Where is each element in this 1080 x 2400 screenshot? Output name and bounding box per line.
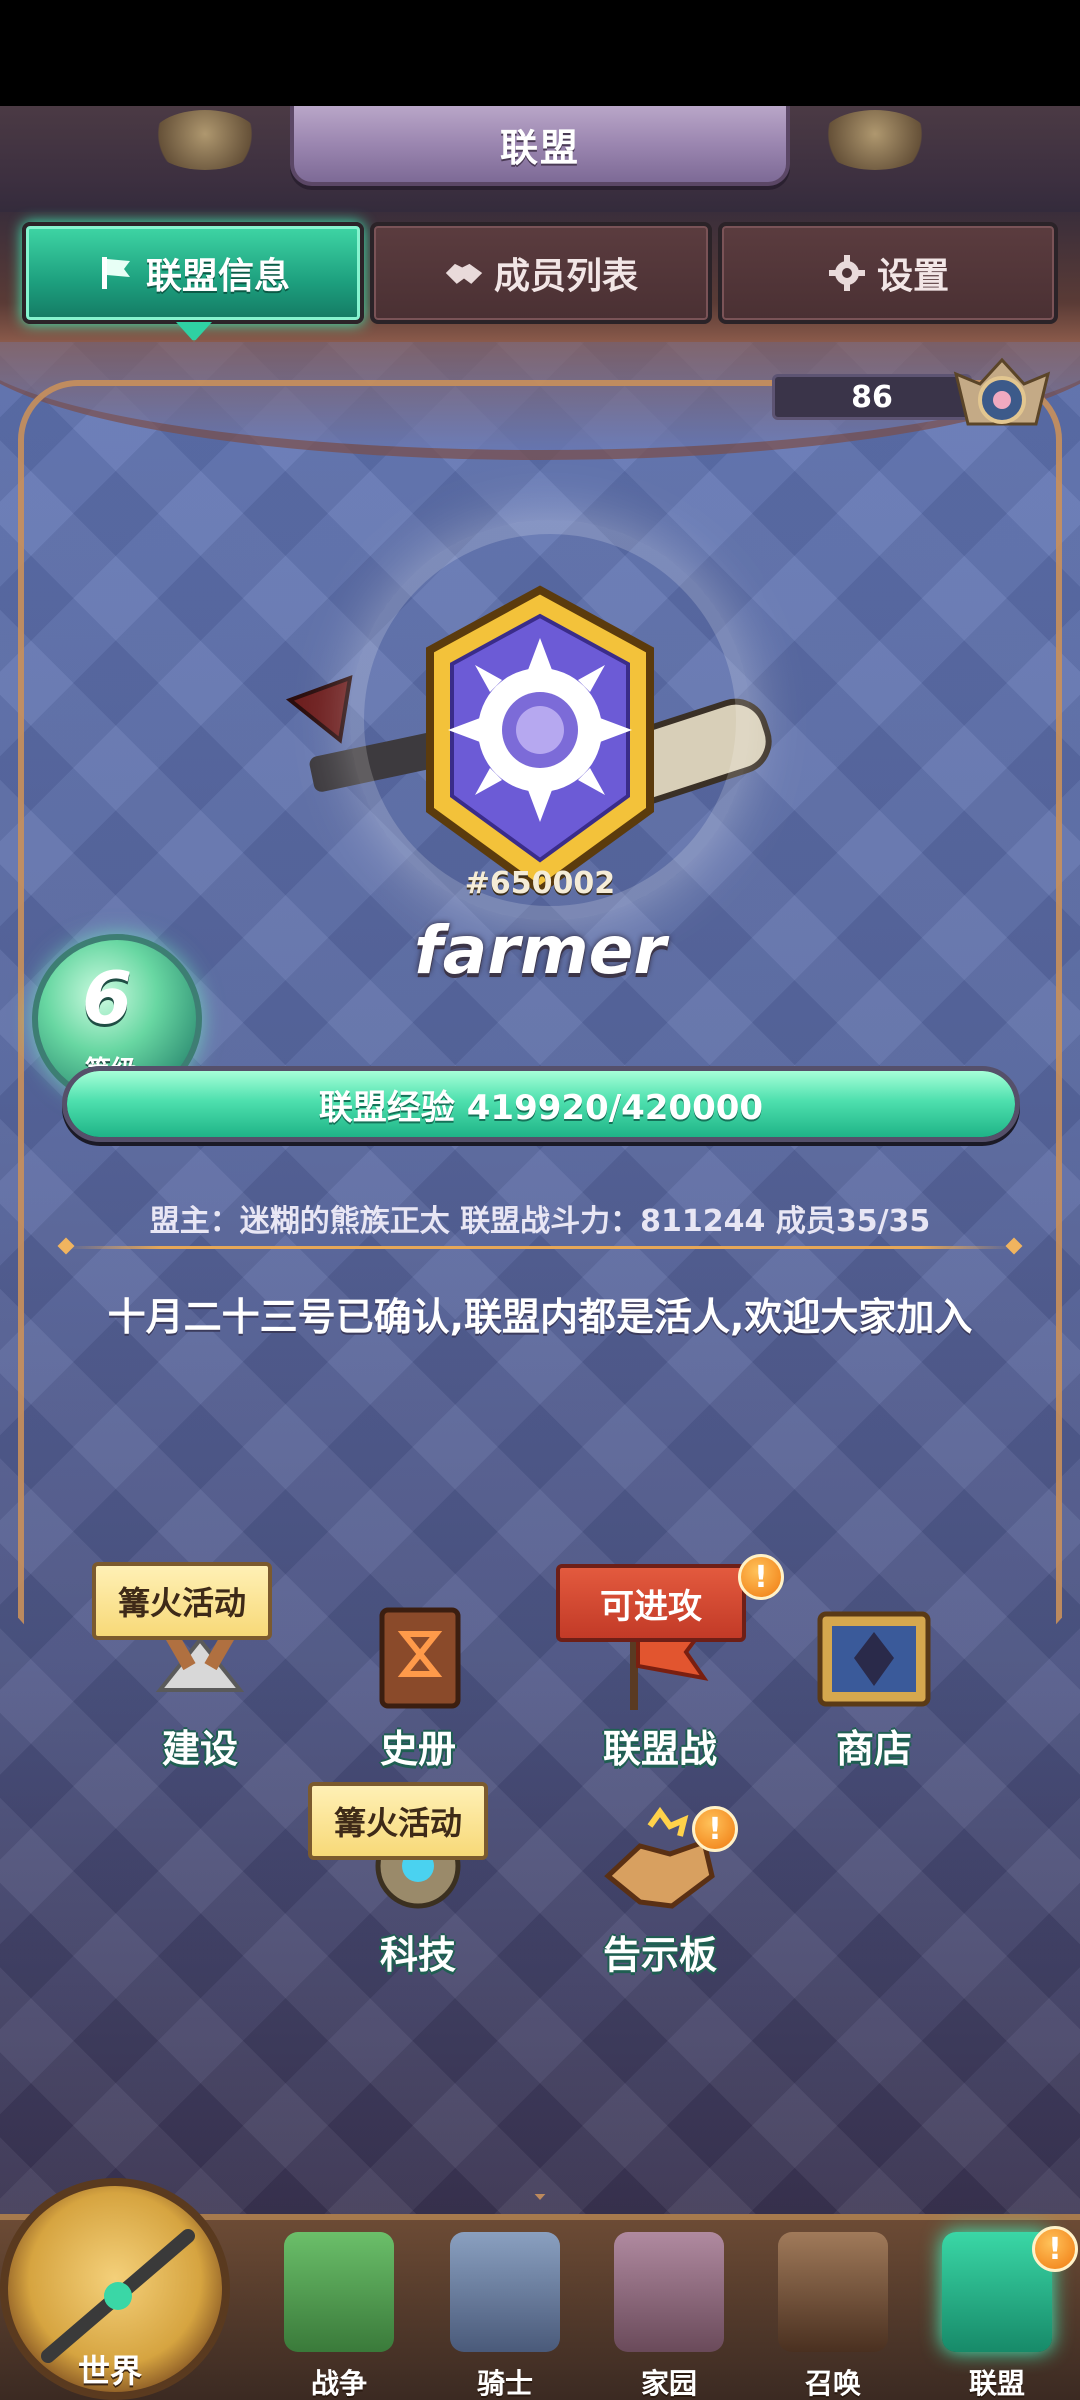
- tab-pointer: [176, 322, 212, 342]
- tab-label: 设置: [876, 256, 949, 297]
- tab-label: 成员列表: [493, 256, 638, 297]
- season-score: 86: [772, 374, 972, 420]
- build-event-tag: 篝火活动: [92, 1562, 273, 1640]
- ornament-left: [150, 110, 260, 170]
- alliance-level: 6: [81, 956, 133, 1040]
- exp-progress-bar: 联盟经验 419920/420000: [62, 1066, 1020, 1142]
- train-icon: [778, 2232, 888, 2352]
- tech-label: 科技: [379, 1933, 456, 1977]
- war-alert-icon: !: [738, 1554, 784, 1600]
- nav-label: 战争: [310, 2367, 367, 2400]
- alliance-info-line: 盟主：迷糊的熊族正太 联盟战斗力：811244 成员35/35: [149, 1204, 931, 1239]
- world-label: 世界: [77, 2352, 142, 2390]
- history-label: 史册: [379, 1727, 456, 1771]
- house-icon: [614, 2232, 724, 2352]
- gear-icon: [827, 253, 867, 293]
- alliance-war-label: 联盟战: [602, 1727, 717, 1771]
- nav-home[interactable]: 家园: [594, 2232, 744, 2400]
- season-badge-icon[interactable]: [950, 354, 1054, 440]
- tab-member-list[interactable]: 成员列表: [370, 222, 712, 324]
- season-value: 86: [851, 379, 893, 415]
- nav-label: 联盟: [968, 2367, 1025, 2400]
- tab-alliance-info[interactable]: 联盟信息: [22, 222, 364, 324]
- title-plate: 联盟: [290, 106, 790, 186]
- history-button[interactable]: 史册: [318, 1600, 518, 1780]
- tab-settings[interactable]: 设置: [718, 222, 1058, 324]
- knight-icon: [450, 2232, 560, 2352]
- handshake-icon: [444, 253, 484, 293]
- emblem-halo: [350, 520, 750, 920]
- ornament-right: [820, 110, 930, 170]
- flag-icon: [96, 253, 136, 293]
- nav-knight[interactable]: 骑士: [430, 2232, 580, 2400]
- nav-alliance-alert-icon: !: [1032, 2226, 1078, 2272]
- map-icon: [284, 2232, 394, 2352]
- shop-button[interactable]: 商店: [774, 1600, 974, 1780]
- page-title: 联盟: [499, 125, 580, 170]
- notice-board-label: 告示板: [602, 1933, 717, 1977]
- build-label: 建设: [161, 1727, 238, 1771]
- nav-summon[interactable]: 召唤: [758, 2232, 908, 2400]
- status-bar: [0, 0, 1080, 106]
- nav-label: 骑士: [476, 2367, 533, 2400]
- tech-event-tag: 篝火活动: [308, 1782, 489, 1860]
- nav-label: 家园: [640, 2367, 697, 2400]
- divider: [66, 1246, 1014, 1249]
- shop-icon: [817, 1611, 931, 1707]
- shop-label: 商店: [835, 1727, 912, 1771]
- alliance-id: #650002: [464, 866, 616, 901]
- war-attackable-tag: 可进攻: [556, 1564, 746, 1642]
- nav-war[interactable]: 战争: [264, 2232, 414, 2400]
- tab-label: 联盟信息: [145, 256, 290, 297]
- history-book-icon: [379, 1607, 461, 1709]
- alliance-notice: 十月二十三号已确认,联盟内都是活人,欢迎大家加入: [107, 1295, 973, 1339]
- exp-text: 联盟经验 419920/420000: [318, 1087, 764, 1128]
- board-alert-icon: !: [692, 1806, 738, 1852]
- nav-label: 召唤: [804, 2367, 861, 2400]
